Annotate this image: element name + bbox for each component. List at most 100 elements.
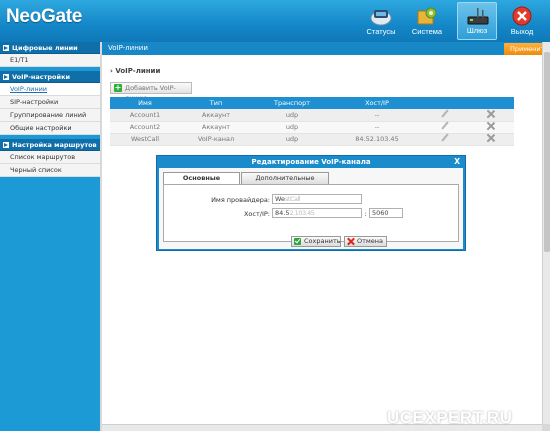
dialog-body: Основные настройки Дополнительные настро… — [159, 168, 463, 249]
host-value-visible: 84.5 — [275, 209, 290, 217]
nav-gateway-button[interactable]: Шлюз — [457, 2, 497, 40]
expand-arrow-icon — [3, 45, 9, 51]
cancel-button-label: Отмена — [357, 237, 384, 245]
nav-status-button[interactable]: Статусы — [361, 2, 401, 40]
top-header: NeoGate Статусы Система Шлюз Выход — [0, 0, 550, 42]
section-title: › VoIP-линии — [110, 67, 161, 75]
status-icon — [370, 10, 392, 26]
voip-lines-table: Имя Тип Транспорт Хост/IP Account1 Аккау… — [110, 97, 514, 146]
provider-value-blurred: stCall — [285, 195, 301, 203]
system-icon — [417, 7, 437, 25]
sidebar-section-label: Настройка маршрутов — [12, 141, 97, 149]
cell-edit — [422, 133, 468, 146]
sidebar-section-label: Цифровые линии — [12, 44, 78, 52]
column-header-delete — [468, 97, 514, 109]
tab-panel: Имя провайдера: WestCall Хост/IP: 84.52.… — [163, 184, 459, 242]
expand-arrow-icon — [3, 142, 9, 148]
cell-name: Account2 — [110, 121, 180, 134]
edit-pencil-icon[interactable] — [441, 110, 449, 118]
sidebar-item-line-grouping[interactable]: Группирование линий — [0, 109, 100, 122]
sidebar-item-voip-lines[interactable]: VoIP-линии — [0, 83, 100, 96]
edit-pencil-icon[interactable] — [441, 122, 449, 130]
dialog-title: Редактирование VoIP-канала X — [157, 156, 465, 168]
sidebar-item-blacklist[interactable]: Черный список — [0, 164, 100, 177]
cell-delete — [468, 121, 514, 134]
exit-icon — [512, 6, 532, 26]
nav-exit-label: Выход — [510, 27, 534, 36]
vertical-scrollbar[interactable] — [542, 42, 550, 424]
table-row: WestCall VoIP-канал udp 84.52.103.45 — [110, 133, 514, 146]
column-header-transport[interactable]: Транспорт — [252, 97, 332, 109]
nav-system-label: Система — [411, 27, 443, 36]
sidebar-item-general-settings[interactable]: Общие настройки — [0, 122, 100, 135]
delete-x-icon[interactable] — [487, 134, 495, 142]
column-header-type[interactable]: Тип — [180, 97, 252, 109]
cell-transport: udp — [252, 133, 332, 146]
cell-name: Account1 — [110, 109, 180, 122]
cancel-x-icon — [347, 238, 354, 245]
sidebar-section-digital[interactable]: Цифровые линии — [0, 42, 100, 54]
add-voip-line-button[interactable]: +Добавить VoIP-линию — [110, 82, 192, 102]
sidebar-section-routes[interactable]: Настройка маршрутов — [0, 139, 100, 151]
host-value-blurred: 2.103.45 — [289, 209, 315, 217]
delete-x-icon[interactable] — [487, 122, 495, 130]
delete-x-icon[interactable] — [487, 110, 495, 118]
cell-transport: udp — [252, 121, 332, 134]
sidebar-section-voip[interactable]: VoIP-настройки — [0, 71, 100, 83]
cell-edit — [422, 121, 468, 134]
expand-arrow-icon — [3, 74, 9, 80]
cancel-button[interactable]: Отмена — [344, 236, 387, 247]
cell-type: VoIP-канал — [180, 133, 252, 146]
cell-transport: udp — [252, 109, 332, 122]
cell-edit — [422, 109, 468, 122]
host-label: Хост/IP: — [243, 210, 270, 218]
sidebar: Цифровые линии E1/T1 VoIP-настройки VoIP… — [0, 42, 100, 431]
cell-type: Аккаунт — [180, 109, 252, 122]
provider-name-input[interactable]: WestCall — [272, 194, 362, 204]
edit-voip-channel-dialog: Редактирование VoIP-канала X Основные на… — [156, 155, 466, 251]
logo-text-neo: Neo — [6, 6, 41, 27]
host-input[interactable]: 84.52.103.45 — [272, 208, 362, 218]
dialog-title-text: Редактирование VoIP-канала — [251, 158, 371, 166]
edit-pencil-icon[interactable] — [441, 134, 449, 142]
app-logo: NeoGate — [6, 6, 82, 28]
close-icon[interactable]: X — [454, 156, 460, 168]
plus-icon: + — [114, 83, 122, 92]
cell-name: WestCall — [110, 133, 180, 146]
table-row: Account1 Аккаунт udp -- — [110, 109, 514, 122]
save-button[interactable]: Сохранить — [291, 236, 341, 247]
cell-host: 84.52.103.45 — [332, 133, 422, 146]
column-header-host[interactable]: Хост/IP — [332, 97, 422, 109]
provider-value-visible: We — [275, 195, 286, 203]
logo-text-gate: Gate — [41, 6, 83, 27]
sidebar-item-e1t1[interactable]: E1/T1 — [0, 54, 100, 67]
cell-type: Аккаунт — [180, 121, 252, 134]
section-title-text: VoIP-линии — [115, 67, 161, 75]
watermark: UCEXPERT.RU — [387, 408, 513, 427]
nav-status-label: Статусы — [366, 27, 396, 36]
content-titlebar: VoIP-линии Применить — [102, 42, 548, 55]
page-title: VoIP-линии — [108, 44, 148, 52]
port-input[interactable]: 5060 — [369, 208, 403, 218]
table-header-row: Имя Тип Транспорт Хост/IP — [110, 97, 514, 109]
column-header-name[interactable]: Имя — [110, 97, 180, 109]
save-button-label: Сохранить — [304, 237, 341, 245]
cell-host: -- — [332, 121, 422, 134]
sidebar-section-label: VoIP-настройки — [12, 73, 71, 81]
port-separator: : — [364, 210, 367, 218]
apply-button[interactable]: Применить — [504, 43, 548, 55]
check-icon — [294, 238, 301, 245]
cell-host: -- — [332, 109, 422, 122]
nav-exit-button[interactable]: Выход — [502, 2, 542, 40]
table-row: Account2 Аккаунт udp -- — [110, 121, 514, 134]
provider-name-label: Имя провайдера: — [211, 196, 270, 204]
scrollbar-thumb[interactable] — [544, 52, 550, 252]
nav-system-button[interactable]: Система — [407, 2, 447, 40]
nav-gateway-label: Шлюз — [466, 26, 488, 35]
column-header-edit — [422, 97, 468, 109]
sidebar-item-route-list[interactable]: Список маршрутов — [0, 151, 100, 164]
cell-delete — [468, 109, 514, 122]
gateway-icon — [467, 8, 489, 25]
sidebar-item-sip-settings[interactable]: SIP-настройки — [0, 96, 100, 109]
tab-advanced-settings[interactable]: Дополнительные настройки — [241, 172, 329, 193]
